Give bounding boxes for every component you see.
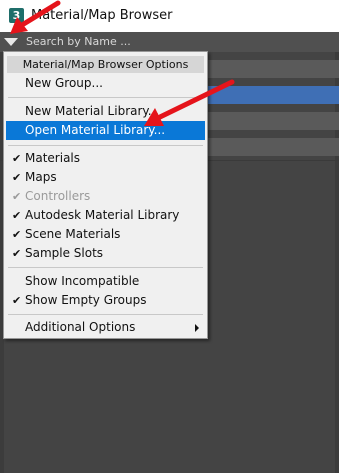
annotation-arrows (10, 0, 235, 126)
annotation-arrow-icon (10, 0, 61, 34)
annotation-arrow-icon (144, 79, 235, 126)
